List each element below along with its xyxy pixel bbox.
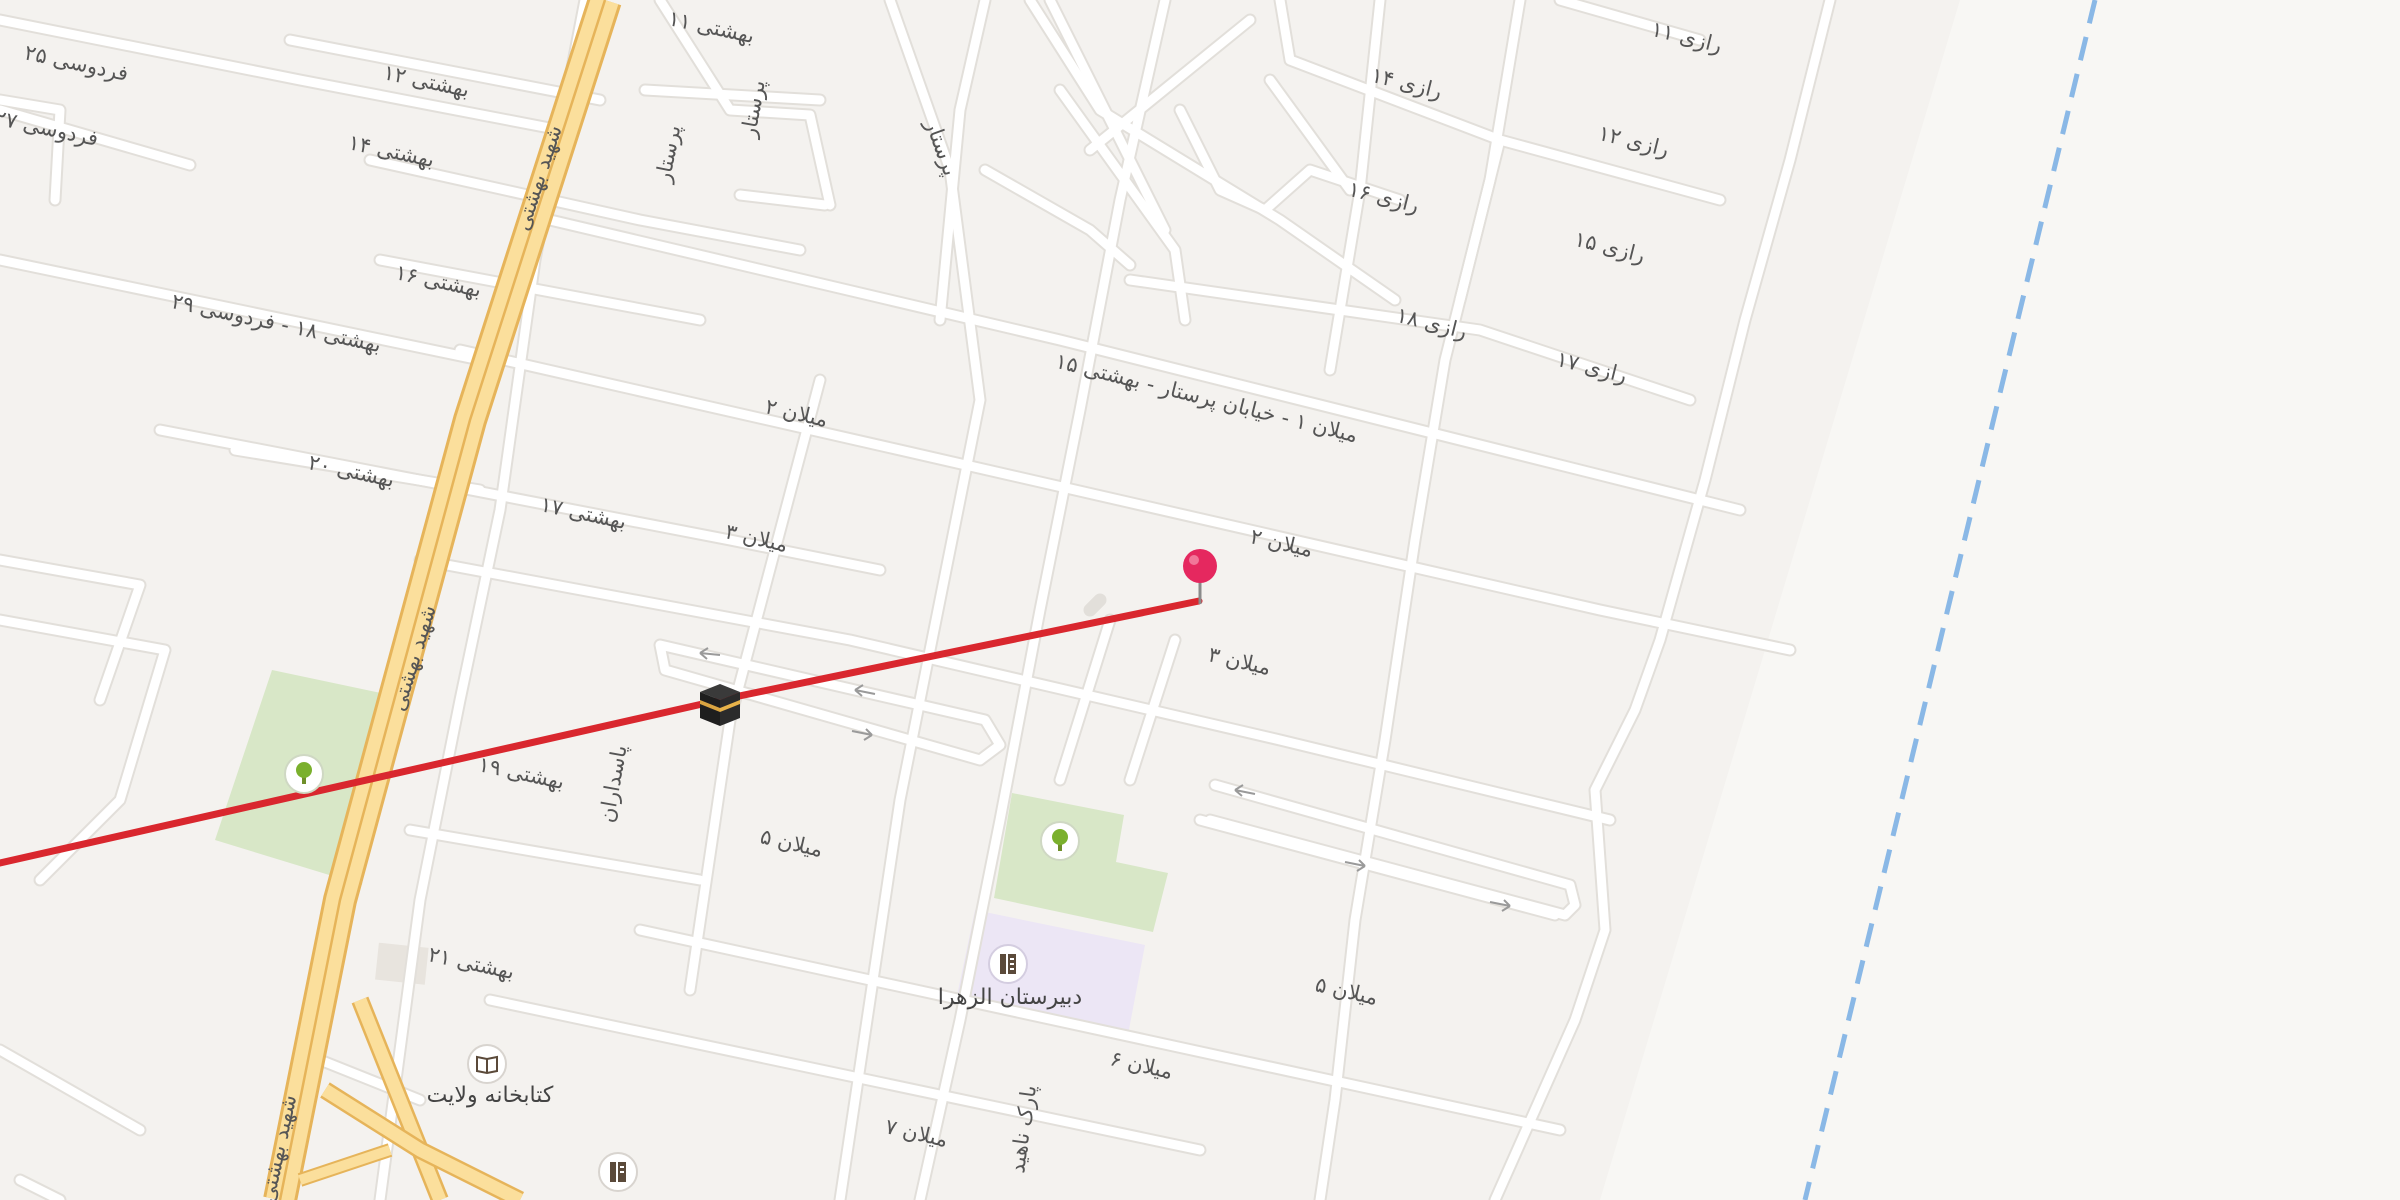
school-icon[interactable] — [988, 944, 1028, 984]
park-tree-icon[interactable] — [1040, 821, 1080, 861]
building-block — [375, 942, 429, 985]
kaaba-icon[interactable] — [692, 676, 748, 732]
location-pin-icon[interactable] — [1180, 548, 1220, 608]
map-canvas[interactable]: بهشتی ۱۱ بهشتی ۱۲ بهشتی ۱۴ بهشتی ۱۶ بهشت… — [0, 0, 2400, 1200]
library-name: کتابخانه ولایت — [427, 1083, 554, 1108]
school-icon[interactable] — [598, 1152, 638, 1192]
park-tree-icon[interactable] — [284, 754, 324, 794]
school-name: دبیرستان الزهرا — [938, 985, 1082, 1010]
library-icon[interactable] — [467, 1044, 507, 1084]
